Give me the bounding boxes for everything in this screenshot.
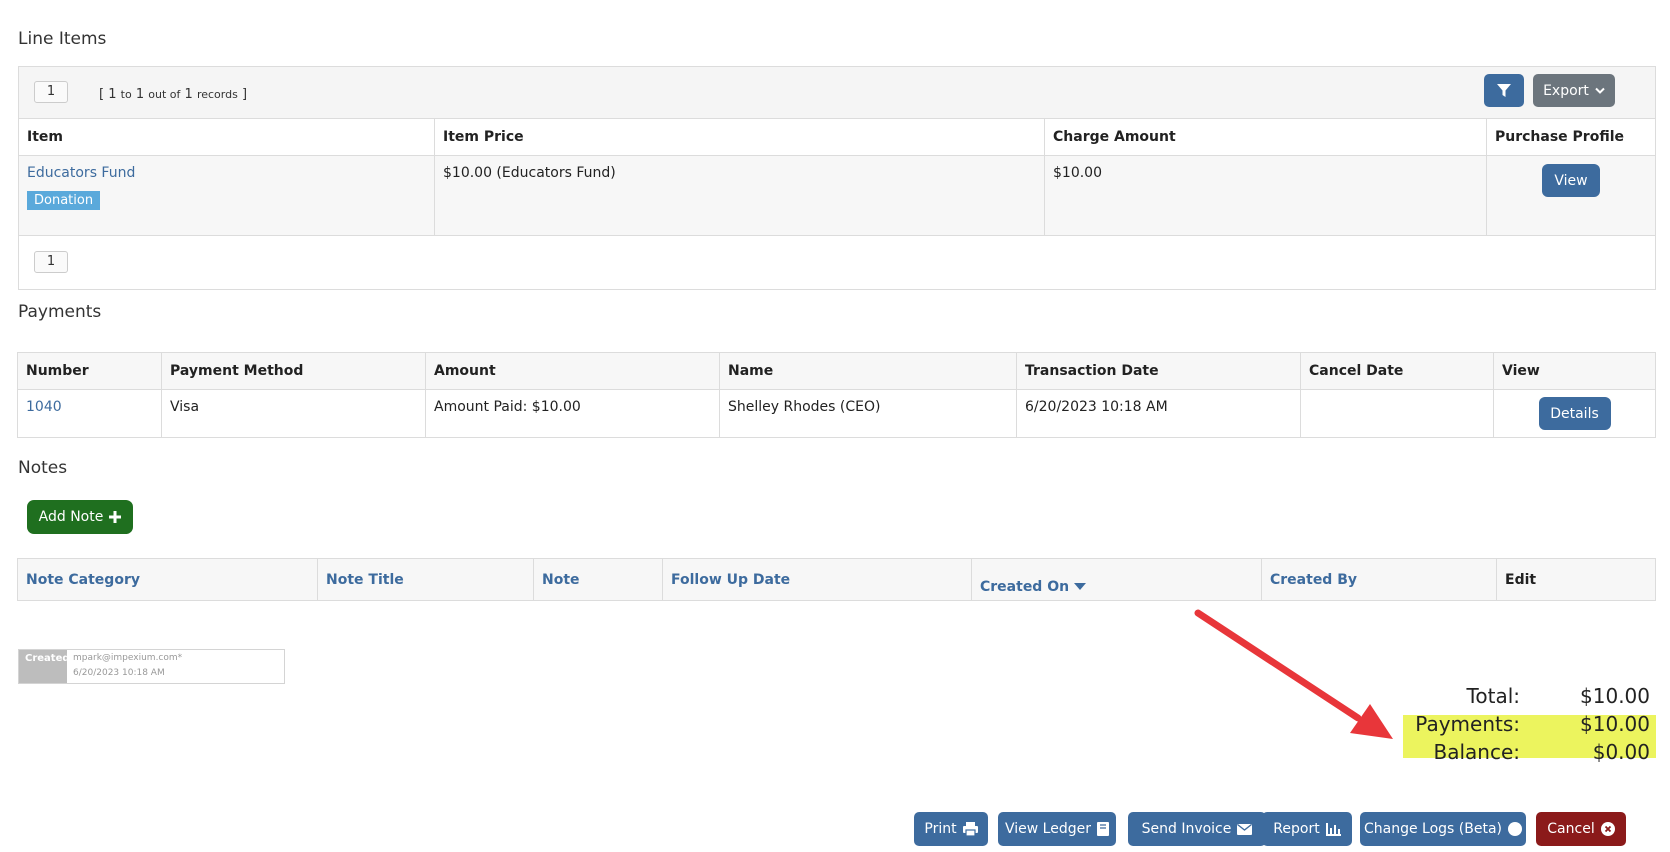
print-label: Print — [924, 821, 957, 837]
payment-number-link[interactable]: 1040 — [26, 399, 62, 415]
balance-value: $0.00 — [1592, 740, 1650, 764]
created-on-label: Created On — [980, 579, 1070, 595]
notes-title: Notes — [18, 458, 68, 478]
created-stamp: Created mpark@impexium.com* 6/20/2023 10… — [18, 649, 285, 684]
view-ledger-label: View Ledger — [1005, 821, 1091, 837]
add-note-button[interactable]: Add Note — [27, 500, 133, 534]
col-note-title[interactable]: Note Title — [317, 558, 534, 601]
change-logs-button[interactable]: Change Logs (Beta) — [1360, 812, 1526, 846]
payments-title: Payments — [18, 302, 102, 322]
records-to-word: to — [120, 88, 132, 101]
send-invoice-label: Send Invoice — [1141, 821, 1232, 837]
records-to: 1 — [135, 87, 145, 102]
cancel-date-cell — [1300, 389, 1494, 438]
col-item: Item — [18, 118, 435, 156]
col-note[interactable]: Note — [533, 558, 663, 601]
amount-cell: Amount Paid: $10.00 — [425, 389, 720, 438]
payment-method-cell: Visa — [161, 389, 426, 438]
line-items-toolbar: 1 [ 1 to 1 out of 1 records ] Export — [19, 67, 1655, 119]
line-items-table: Item Item Price Charge Amount Purchase P… — [18, 118, 1656, 236]
records-out-of: out of — [148, 88, 181, 101]
col-name: Name — [719, 352, 1017, 390]
created-by-text: mpark@impexium.com* — [73, 653, 183, 663]
print-icon — [962, 822, 978, 836]
records-open: [ — [99, 87, 105, 102]
col-follow-up-date[interactable]: Follow Up Date — [662, 558, 972, 601]
col-item-price: Item Price — [434, 118, 1045, 156]
export-label: Export — [1543, 82, 1589, 99]
chevron-down-icon — [1595, 87, 1605, 94]
notes-table: Note Category Note Title Note Follow Up … — [17, 558, 1656, 601]
line-items-title: Line Items — [18, 29, 107, 49]
add-note-label: Add Note — [38, 509, 104, 525]
item-link[interactable]: Educators Fund — [27, 165, 426, 181]
plus-icon — [109, 511, 122, 523]
col-edit: Edit — [1496, 558, 1656, 601]
col-payment-method: Payment Method — [161, 352, 426, 390]
view-ledger-button[interactable]: View Ledger — [998, 812, 1116, 846]
change-logs-label: Change Logs (Beta) — [1363, 821, 1502, 837]
print-button[interactable]: Print — [914, 812, 988, 846]
bar-chart-icon — [1325, 822, 1341, 836]
created-label: Created — [19, 650, 70, 683]
item-price-cell: $10.00 (Educators Fund) — [434, 155, 1045, 236]
records-total: 1 — [184, 87, 193, 102]
col-purchase-profile: Purchase Profile — [1486, 118, 1656, 156]
col-amount: Amount — [425, 352, 720, 390]
col-cancel-date: Cancel Date — [1300, 352, 1494, 390]
donation-tag: Donation — [27, 191, 101, 210]
footer-page-box[interactable]: 1 — [34, 251, 68, 273]
records-word: records — [196, 88, 238, 101]
records-close: ] — [241, 87, 248, 102]
col-created-on[interactable]: Created On — [971, 558, 1262, 601]
col-note-category[interactable]: Note Category — [17, 558, 318, 601]
payments-value: $10.00 — [1580, 712, 1650, 736]
book-icon — [1096, 822, 1109, 836]
report-label: Report — [1273, 821, 1320, 837]
report-button[interactable]: Report — [1262, 812, 1352, 846]
name-cell: Shelley Rhodes (CEO) — [719, 389, 1017, 438]
filter-button[interactable] — [1484, 74, 1524, 107]
records-from: 1 — [108, 87, 117, 102]
created-on-text: 6/20/2023 10:18 AM — [73, 668, 165, 678]
col-number: Number — [17, 352, 162, 390]
payments-table: Number Payment Method Amount Name Transa… — [17, 352, 1656, 438]
circle-icon — [1508, 822, 1522, 836]
line-items-panel: 1 [ 1 to 1 out of 1 records ] Export Ite… — [18, 66, 1656, 290]
send-invoice-button[interactable]: Send Invoice — [1128, 812, 1266, 846]
col-view: View — [1493, 352, 1656, 390]
transaction-date-cell: 6/20/2023 10:18 AM — [1016, 389, 1301, 438]
page-number-box[interactable]: 1 — [34, 81, 68, 103]
details-button[interactable]: Details — [1538, 397, 1611, 430]
col-charge-amount: Charge Amount — [1044, 118, 1487, 156]
cancel-label: Cancel — [1547, 821, 1595, 837]
export-button[interactable]: Export — [1533, 74, 1615, 107]
records-count: [ 1 to 1 out of 1 records ] — [99, 87, 247, 102]
envelope-icon — [1237, 823, 1253, 835]
view-profile-button[interactable]: View — [1542, 164, 1600, 197]
charge-amount-cell: $10.00 — [1044, 155, 1487, 236]
total-label: Total: — [1466, 684, 1520, 708]
total-value: $10.00 — [1580, 684, 1650, 708]
payments-label: Payments: — [1415, 712, 1520, 736]
balance-label: Balance: — [1433, 740, 1520, 764]
caret-down-icon — [1073, 583, 1086, 590]
table-row: Educators Fund Donation $10.00 (Educator… — [18, 155, 1656, 236]
close-circle-icon — [1600, 822, 1615, 836]
annotation-arrow — [1194, 609, 1393, 739]
filter-icon — [1497, 83, 1511, 97]
cancel-button[interactable]: Cancel — [1536, 812, 1626, 846]
col-transaction-date: Transaction Date — [1016, 352, 1301, 390]
table-row: 1040 Visa Amount Paid: $10.00 Shelley Rh… — [17, 389, 1656, 438]
col-created-by[interactable]: Created By — [1261, 558, 1497, 601]
